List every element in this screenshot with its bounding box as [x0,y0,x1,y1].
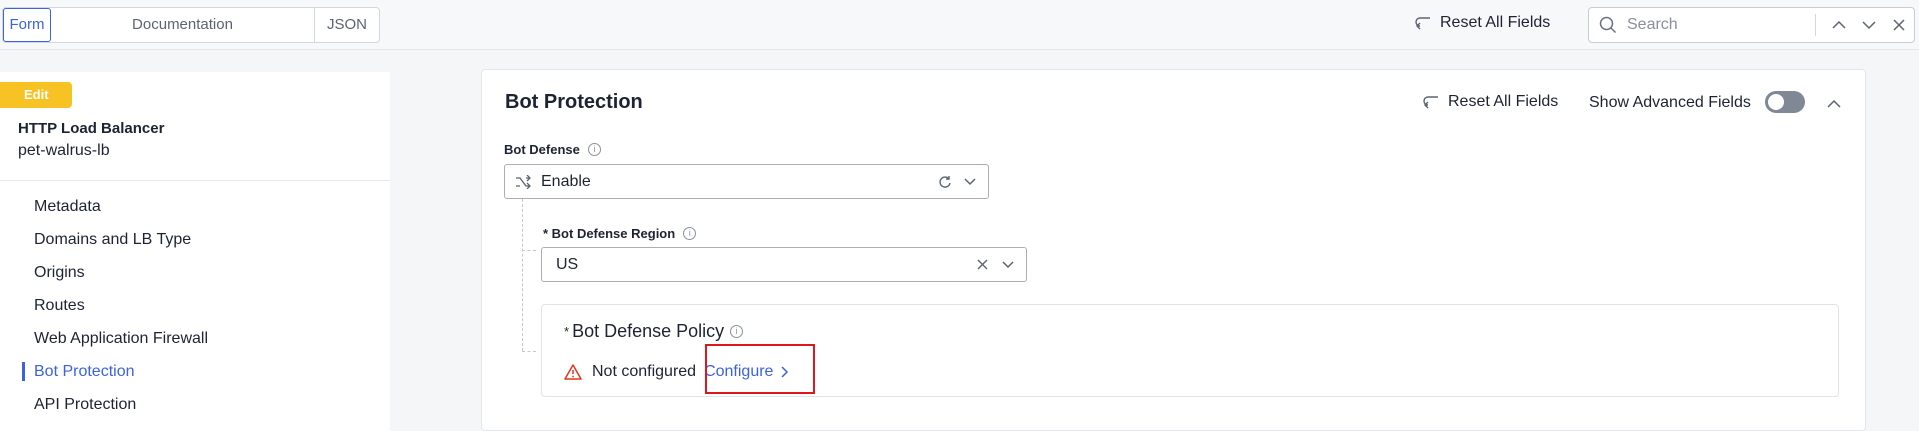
chevron-down-icon[interactable] [1854,20,1884,30]
bot-defense-label-text: Bot Defense [504,142,580,157]
warning-icon [564,364,582,380]
object-type: HTTP Load Balancer [18,120,165,137]
chevron-down-icon[interactable] [1002,260,1014,269]
tree-connector [522,351,536,352]
chevron-down-icon[interactable] [964,177,976,186]
sidebar-divider [0,180,390,181]
info-icon[interactable]: i [587,143,601,156]
sidebar: Edit HTTP Load Balancer pet-walrus-lb Me… [0,72,390,431]
search-input[interactable]: Search [1627,16,1815,34]
search-icon [1599,16,1617,34]
section-reset-all-fields-button[interactable]: Reset All Fields [1422,93,1558,111]
toggle-knob [1768,94,1784,110]
tree-connector [522,199,523,351]
sidebar-item-bot-protection[interactable]: Bot Protection [0,355,390,388]
tab-json[interactable]: JSON [315,8,379,42]
search-box: Search [1588,7,1915,43]
tab-documentation[interactable]: Documentation [51,8,315,42]
view-mode-tabs: Form Documentation JSON [2,7,380,43]
sidebar-item-domains-and-lb-type[interactable]: Domains and LB Type [0,223,390,256]
info-icon[interactable]: i [683,227,697,240]
sidebar-item-origins[interactable]: Origins [0,256,390,289]
show-advanced-fields-toggle[interactable] [1765,91,1805,113]
section-title: Bot Protection [505,91,643,113]
bot-defense-region-label-text: * Bot Defense Region [543,226,676,241]
bot-defense-label: Bot Defense i [504,142,601,157]
bot-defense-region-select[interactable]: US [541,247,1027,282]
bot-defense-region-label: * Bot Defense Region i [543,226,697,241]
tab-form[interactable]: Form [3,8,51,42]
sidebar-item-metadata[interactable]: Metadata [0,190,390,223]
required-mark: * [564,324,570,339]
object-name: pet-walrus-lb [18,142,110,159]
sidebar-item-routes[interactable]: Routes [0,289,390,322]
sidebar-nav: Metadata Domains and LB Type Origins Rou… [0,190,390,421]
chevron-up-icon[interactable] [1824,20,1854,30]
chevron-up-icon[interactable] [1826,96,1842,114]
bot-defense-region-value: US [556,255,579,273]
section-reset-label: Reset All Fields [1448,93,1559,110]
refresh-icon[interactable] [938,175,952,189]
bot-defense-value: Enable [541,172,591,190]
top-bar: Form Documentation JSON Reset All Fields… [0,0,1919,50]
sidebar-item-web-application-firewall[interactable]: Web Application Firewall [0,322,390,355]
undo-icon [1415,17,1430,30]
reset-all-fields-label: Reset All Fields [1440,14,1551,31]
highlight-box [705,344,815,394]
reset-all-fields-button[interactable]: Reset All Fields [1414,14,1550,32]
info-icon[interactable]: i [730,325,744,338]
bot-defense-select[interactable]: Enable [504,164,989,199]
bot-defense-policy-title: * Bot Defense Policy i [564,321,744,342]
undo-icon [1423,96,1438,109]
show-advanced-fields-label: Show Advanced Fields [1589,94,1751,111]
edit-badge: Edit [0,82,72,108]
policy-status-text: Not configured [592,363,697,380]
sidebar-item-api-protection[interactable]: API Protection [0,388,390,421]
close-icon[interactable] [1884,19,1914,31]
tree-connector [522,250,536,251]
shuffle-icon [516,174,531,189]
bot-defense-policy-label: Bot Defense Policy [572,321,725,341]
search-divider [1815,14,1816,36]
clear-icon[interactable] [977,259,988,270]
